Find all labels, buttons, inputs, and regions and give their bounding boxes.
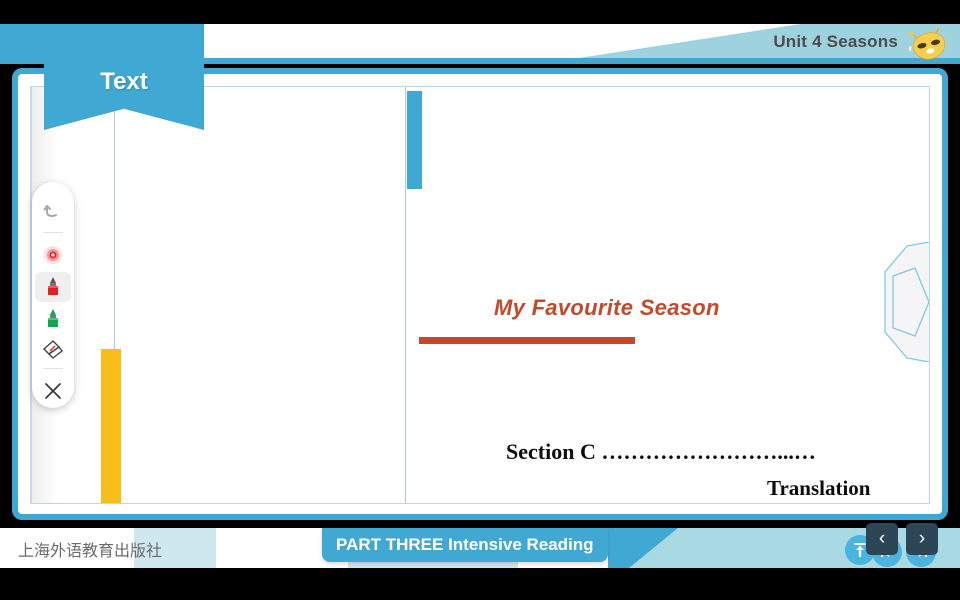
- footer-bar: 上海外语教育出版社 PART THREE Intensive Reading: [0, 528, 960, 568]
- green-marker-button[interactable]: [35, 304, 71, 334]
- previous-tooltip-button[interactable]: ‹: [866, 523, 898, 555]
- page-frame: My Favourite Season Section C ……………………..…: [12, 68, 948, 520]
- page-spine: [405, 87, 406, 503]
- laser-pointer-icon: [44, 246, 62, 264]
- close-icon: [45, 383, 61, 399]
- next-tooltip-button[interactable]: ›: [906, 523, 938, 555]
- yellow-highlight-bar[interactable]: [101, 349, 121, 503]
- translation-heading: Translation: [767, 476, 871, 500]
- blue-marker-bar: [407, 91, 422, 189]
- close-toolbar-button[interactable]: [35, 376, 71, 406]
- part-badge: PART THREE Intensive Reading: [322, 528, 608, 562]
- part-badge-label: PART THREE Intensive Reading: [336, 535, 594, 554]
- title-underline-rule: [419, 337, 635, 344]
- laser-pointer-button[interactable]: [35, 240, 71, 270]
- hexagon-bookmark-icon[interactable]: [871, 242, 930, 362]
- toolbar-divider-1: [43, 232, 63, 233]
- eraser-icon: [42, 340, 63, 359]
- publisher-label: 上海外语教育出版社: [18, 541, 163, 560]
- undo-icon: [43, 205, 57, 217]
- page-title: Unit 4 Seasons: [773, 32, 898, 51]
- annotation-toolbar: [32, 182, 74, 408]
- page-sheet: My Favourite Season Section C ……………………..…: [30, 86, 930, 504]
- bee-icon: [908, 28, 946, 60]
- content-title: My Favourite Season: [494, 295, 720, 320]
- section-heading: Section C ……………………...…: [506, 439, 816, 464]
- green-marker-icon: [48, 309, 58, 327]
- undo-button[interactable]: [35, 196, 71, 226]
- eraser-button[interactable]: [35, 334, 71, 364]
- red-marker-icon: [48, 277, 58, 295]
- presentation-viewer: Unit 4 Seasons My Favourite Season Secti…: [0, 0, 960, 600]
- red-marker-button[interactable]: [35, 272, 71, 302]
- tab-text-label: Text: [100, 68, 148, 95]
- toolbar-divider-2: [43, 368, 63, 369]
